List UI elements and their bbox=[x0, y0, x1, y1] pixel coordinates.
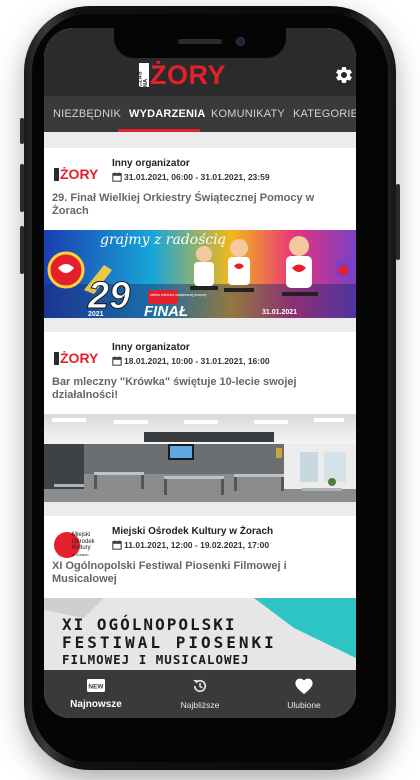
organizer-name: Miejski Ośrodek Kultury w Żorach bbox=[112, 526, 274, 537]
events-feed[interactable]: ŻORY Inny organizator 31.01.2021, 06:00 … bbox=[44, 132, 356, 670]
event-date: 18.01.2021, 10:00 - 31.01.2021, 16:00 bbox=[112, 356, 270, 366]
mini-logo-tag bbox=[54, 351, 59, 365]
event-date-text: 31.01.2021, 06:00 - 31.01.2021, 23:59 bbox=[124, 172, 270, 182]
event-date-text: 11.01.2021, 12:00 - 19.02.2021, 17:00 bbox=[124, 540, 270, 550]
banner-year: 2021 bbox=[88, 311, 104, 318]
mini-logo-tag bbox=[54, 167, 59, 181]
tab-wydarzenia[interactable]: WYDARZENIA bbox=[129, 96, 206, 132]
nav-label: Najnowsze bbox=[70, 699, 122, 710]
tab-niezbednik[interactable]: NIEZBĘDNIK bbox=[53, 96, 121, 132]
silent-switch bbox=[20, 118, 24, 144]
organizer-logo: ŻORY bbox=[54, 162, 100, 192]
logo-tag: CZAS NA bbox=[138, 63, 149, 87]
volume-up-button bbox=[20, 164, 24, 212]
event-date-text: 18.01.2021, 10:00 - 31.01.2021, 16:00 bbox=[124, 356, 270, 366]
bottom-navigation: NEW Najnowsze Najbliższe Ulubione bbox=[44, 670, 356, 718]
poster-line-2: FESTIWAL PIOSENKI bbox=[62, 633, 277, 652]
event-card[interactable]: Miejski Ośrodek Kultury w Żorach Miejski… bbox=[44, 516, 356, 670]
organizer-logo: Miejski Ośrodek Kultury w Żorach bbox=[54, 530, 100, 560]
calendar-icon bbox=[112, 540, 122, 550]
organizer-name: Inny organizator bbox=[112, 342, 190, 353]
event-card[interactable]: ŻORY Inny organizator 18.01.2021, 10:00 … bbox=[44, 332, 356, 502]
front-camera bbox=[236, 37, 245, 46]
power-button bbox=[396, 184, 400, 260]
banner-final: FINAŁ bbox=[144, 303, 188, 318]
calendar-icon bbox=[112, 356, 122, 366]
phone-notch bbox=[114, 28, 286, 58]
tab-komunikaty[interactable]: KOMUNIKATY bbox=[211, 96, 285, 132]
banner-badge: wielka orkiestra świątecznej pomocy bbox=[150, 293, 207, 297]
event-title[interactable]: XI Ogólnopolski Festiwal Piosenki Filmow… bbox=[52, 560, 348, 586]
banner-slogan: grajmy z radością bbox=[100, 232, 226, 248]
app-screen: CZAS NA ŻORY NIEZBĘDNIK WYDARZENIA KOMUN… bbox=[44, 28, 356, 718]
event-date: 31.01.2021, 06:00 - 31.01.2021, 23:59 bbox=[112, 172, 270, 182]
heart-icon bbox=[295, 678, 313, 695]
new-icon: NEW bbox=[87, 679, 105, 692]
gear-icon[interactable] bbox=[334, 65, 354, 85]
nav-label: Ulubione bbox=[287, 700, 321, 710]
tab-kategorie[interactable]: KATEGORIE bbox=[293, 96, 356, 132]
history-icon bbox=[193, 679, 207, 693]
app-logo: CZAS NA ŻORY bbox=[138, 60, 226, 90]
event-date: 11.01.2021, 12:00 - 19.02.2021, 17:00 bbox=[112, 540, 269, 550]
event-title[interactable]: Bar mleczny "Krówka" świętuje 10-lecie s… bbox=[52, 376, 348, 402]
event-image[interactable]: XI OGÓLNOPOLSKI FESTIWAL PIOSENKI FILMOW… bbox=[44, 598, 356, 670]
logo-text: ŻORY bbox=[150, 60, 226, 90]
event-title[interactable]: 29. Finał Wielkiej Orkiestry Świątecznej… bbox=[52, 192, 348, 218]
category-tabs: NIEZBĘDNIK WYDARZENIA KOMUNIKATY KATEGOR… bbox=[44, 96, 356, 132]
poster-line-1: XI OGÓLNOPOLSKI bbox=[62, 615, 237, 634]
calendar-icon bbox=[112, 172, 122, 182]
festival-poster-graphic: XI OGÓLNOPOLSKI FESTIWAL PIOSENKI FILMOW… bbox=[44, 598, 356, 670]
new-icon-text: NEW bbox=[88, 684, 104, 691]
organizer-name: Inny organizator bbox=[112, 158, 190, 169]
organizer-logo: ŻORY bbox=[54, 346, 100, 376]
event-image[interactable] bbox=[44, 414, 356, 502]
milk-bar-interior-graphic bbox=[44, 414, 356, 502]
wosp-banner-graphic: 29 FINAŁ 2021 wielka orkiestra świąteczn… bbox=[44, 230, 356, 320]
nav-najnowsze[interactable]: NEW Najnowsze bbox=[44, 670, 148, 718]
speaker-grille bbox=[178, 39, 222, 44]
mini-logo-text: ŻORY bbox=[60, 166, 99, 182]
banner-date: 31.01.2021 bbox=[262, 309, 297, 316]
mok-logo-line: w Żorach bbox=[72, 551, 89, 557]
nav-ulubione[interactable]: Ulubione bbox=[252, 670, 356, 718]
poster-line-3: FILMOWEJ I MUSICALOWEJ bbox=[62, 652, 250, 667]
event-image[interactable]: 29 FINAŁ 2021 wielka orkiestra świąteczn… bbox=[44, 230, 356, 320]
nav-najblizsze[interactable]: Najbliższe bbox=[148, 670, 252, 718]
mini-logo-text: ŻORY bbox=[60, 350, 99, 366]
volume-down-button bbox=[20, 226, 24, 274]
active-tab-indicator bbox=[118, 129, 200, 132]
event-card[interactable]: ŻORY Inny organizator 31.01.2021, 06:00 … bbox=[44, 148, 356, 320]
nav-label: Najbliższe bbox=[180, 700, 220, 710]
